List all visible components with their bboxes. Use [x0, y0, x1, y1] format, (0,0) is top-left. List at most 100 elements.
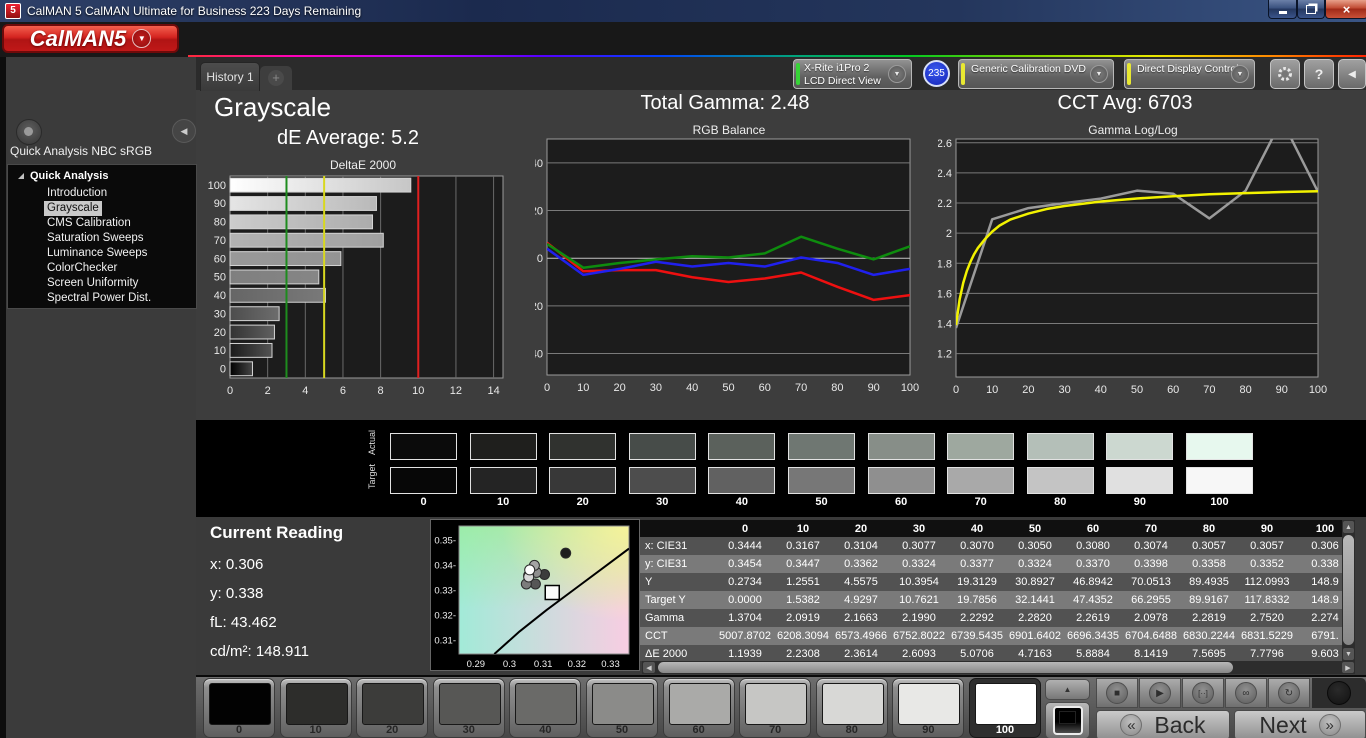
triangle-up-icon: ▲: [1063, 685, 1072, 694]
scroll-left-icon[interactable]: ◀: [643, 662, 655, 673]
target-swatch-90: [1106, 467, 1174, 494]
record-dot-button[interactable]: [16, 119, 42, 145]
logo-menu-caret-icon[interactable]: ▼: [132, 29, 152, 48]
patch-scroll-up-button[interactable]: ▲: [1045, 679, 1090, 700]
back-button[interactable]: « Back: [1096, 710, 1230, 738]
table-vscrollbar[interactable]: ▲ ▼: [1342, 520, 1355, 661]
table-cell: 2.6093: [902, 648, 936, 660]
patch-button-40[interactable]: 40: [509, 678, 582, 738]
next-chevrons-icon: »: [1318, 714, 1341, 736]
settings-button[interactable]: [1270, 59, 1300, 89]
display-status-stripe: [1127, 63, 1131, 85]
transport-bracket-button[interactable]: [··]: [1182, 678, 1224, 708]
row-label: y: CIE31: [645, 558, 688, 570]
sidebar-item-cms-calibration[interactable]: CMS Calibration: [44, 216, 134, 231]
exposure-badge[interactable]: 235: [923, 60, 950, 87]
close-button[interactable]: ×: [1325, 0, 1366, 19]
title-bar[interactable]: 5 CalMAN 5 CalMAN Ultimate for Business …: [0, 0, 1366, 22]
app-icon: 5: [5, 3, 21, 19]
refresh-icon: ↻: [1278, 682, 1300, 704]
patch-swatch: [821, 683, 884, 725]
svg-text:8: 8: [378, 385, 384, 397]
patch-button-50[interactable]: 50: [586, 678, 658, 738]
patch-button-0[interactable]: 0: [203, 678, 275, 738]
transport-stop-button[interactable]: ■: [1096, 678, 1138, 708]
sidebar-item-colorchecker[interactable]: ColorChecker: [44, 261, 120, 276]
sidebar-collapse-button[interactable]: ◀: [172, 119, 196, 143]
patch-swatch: [438, 683, 501, 725]
table-cell: 7.5695: [1192, 648, 1226, 660]
svg-text:0.32-: 0.32-: [434, 611, 456, 622]
table-cell: 6739.5435: [951, 630, 1003, 642]
help-button[interactable]: ?: [1304, 59, 1334, 89]
table-cell: 0.3070: [960, 540, 994, 552]
calman-logo[interactable]: CalMAN5 ▼: [2, 24, 179, 53]
meter-dropdown[interactable]: X-Rite i1Pro 2 LCD Direct View ▼: [793, 59, 912, 89]
tab-history-1[interactable]: History 1: [200, 62, 260, 91]
table-hscrollbar[interactable]: ◀ ▶: [642, 661, 1355, 674]
sidebar-item-saturation-sweeps[interactable]: Saturation Sweeps: [44, 231, 147, 246]
pattern-preview: [1052, 706, 1083, 735]
transport-infinity-button[interactable]: ∞: [1225, 678, 1267, 708]
table-cell: 0.3454: [728, 558, 762, 570]
minimize-button[interactable]: [1268, 0, 1297, 19]
svg-text:0.31: 0.31: [534, 659, 553, 670]
tree-root-row[interactable]: Quick Analysis: [18, 170, 108, 182]
transport-refresh-button[interactable]: ↻: [1268, 678, 1310, 708]
sidebar-item-luminance-sweeps[interactable]: Luminance Sweeps: [44, 246, 150, 261]
scroll-right-icon[interactable]: ▶: [1342, 662, 1354, 673]
svg-text:20: 20: [214, 327, 226, 339]
patch-button-100[interactable]: 100: [969, 678, 1041, 738]
gamma-chart: Gamma Log/Log 1.2 1.4 1.6 1.8 2 2.2 2.4 2.6 0 10 2…: [937, 120, 1328, 398]
patch-label: 50: [615, 724, 629, 736]
pattern-window-button[interactable]: [1045, 702, 1090, 738]
panel-collapse-button[interactable]: ◀: [1338, 59, 1366, 89]
patch-label: 60: [692, 724, 705, 736]
display-control-dropdown[interactable]: Direct Display Control ▼: [1124, 59, 1255, 89]
table-cell: 2.2619: [1076, 612, 1110, 624]
patch-button-70[interactable]: 70: [739, 678, 812, 738]
record-dot-icon: [24, 127, 33, 136]
add-tab-button[interactable]: +: [260, 66, 292, 90]
rgb-balance-chart-title: RGB Balance: [692, 123, 766, 137]
target-swatch-100: [1186, 467, 1253, 494]
patch-button-10[interactable]: 10: [279, 678, 352, 738]
patch-button-20[interactable]: 20: [356, 678, 429, 738]
patch-button-60[interactable]: 60: [662, 678, 735, 738]
record-button[interactable]: [1327, 681, 1351, 705]
sidebar-item-grayscale[interactable]: Grayscale: [44, 201, 102, 216]
restore-button[interactable]: [1297, 0, 1325, 19]
table-row: CCT 5007.8702 6208.3094 6573.4966 6752.8022 6…: [640, 627, 1342, 645]
patch-button-90[interactable]: 90: [892, 678, 965, 738]
target-swatch-80: [1026, 467, 1094, 494]
table-cell: 5.8884: [1076, 648, 1110, 660]
transport-play-button[interactable]: ▶: [1139, 678, 1181, 708]
patch-label: 40: [539, 724, 552, 736]
tree-expander-icon[interactable]: [18, 173, 24, 179]
svg-text:10: 10: [986, 384, 998, 396]
sidebar-item-spectral-power-dist-[interactable]: Spectral Power Dist.: [44, 291, 154, 306]
table-cell: 0.3057: [1192, 540, 1226, 552]
svg-text:0.35-: 0.35-: [434, 535, 456, 546]
scroll-up-icon[interactable]: ▲: [1343, 521, 1354, 533]
table-cell: 1.5382: [786, 594, 820, 606]
scroll-down-icon[interactable]: ▼: [1343, 648, 1354, 660]
pattern-square-icon: [1059, 711, 1076, 724]
table-row: Gamma Log/Log 1.3704 2.0919 2.1663 2.1990 2.2…: [640, 609, 1342, 642]
patch-button-30[interactable]: 30: [432, 678, 505, 738]
table-cell: 0.3362: [844, 558, 878, 570]
table-cell: 46.8942: [1073, 576, 1113, 588]
table-cell: 47.4352: [1073, 594, 1113, 606]
vscroll-thumb[interactable]: [1343, 535, 1354, 645]
patch-button-80[interactable]: 80: [815, 678, 888, 738]
sidebar-item-introduction[interactable]: Introduction: [44, 186, 110, 201]
source-dropdown[interactable]: Generic Calibration DVD ▼: [958, 59, 1114, 89]
next-button[interactable]: Next »: [1234, 710, 1366, 738]
hscroll-thumb[interactable]: [658, 662, 1233, 673]
row-label: Gamma Log/Log: [645, 612, 685, 642]
sidebar-item-screen-uniformity[interactable]: Screen Uniformity: [44, 276, 141, 291]
table-col-header: 40: [970, 523, 984, 535]
patch-swatch: [592, 683, 654, 725]
chevron-down-icon: ▼: [1090, 65, 1108, 83]
table-col-header: 60: [1086, 523, 1100, 535]
